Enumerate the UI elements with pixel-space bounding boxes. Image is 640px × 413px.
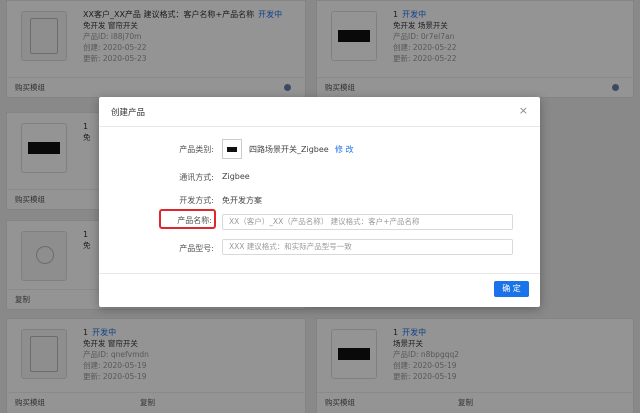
dev-mode-label: 开发方式:	[179, 196, 214, 205]
create-product-dialog: 创建产品 × 产品类别: 四路场景开关_Zigbee 修 改 通讯方式: Zig…	[99, 97, 540, 307]
product-name-label: 产品名称:	[177, 216, 212, 225]
category-value: 四路场景开关_Zigbee	[249, 145, 329, 154]
dialog-footer-divider	[99, 273, 540, 274]
edit-category-link[interactable]: 修 改	[335, 144, 354, 155]
confirm-button[interactable]: 确 定	[494, 281, 529, 297]
dialog-header: 创建产品 ×	[99, 97, 540, 127]
product-model-input[interactable]: XXX 建议格式：和实际产品型号一致	[222, 239, 513, 255]
product-category-image	[222, 139, 242, 159]
product-name-input[interactable]: XX（客户）_XX（产品名称） 建议格式：客户+产品名称	[222, 214, 513, 230]
protocol-label: 通讯方式:	[179, 173, 214, 182]
dialog-title: 创建产品	[111, 108, 146, 118]
close-icon[interactable]: ×	[519, 105, 528, 117]
protocol-value: Zigbee	[222, 172, 250, 181]
dev-mode-value: 免开发方案	[222, 196, 262, 205]
product-model-label: 产品型号:	[179, 244, 214, 253]
category-label: 产品类别:	[179, 145, 214, 154]
